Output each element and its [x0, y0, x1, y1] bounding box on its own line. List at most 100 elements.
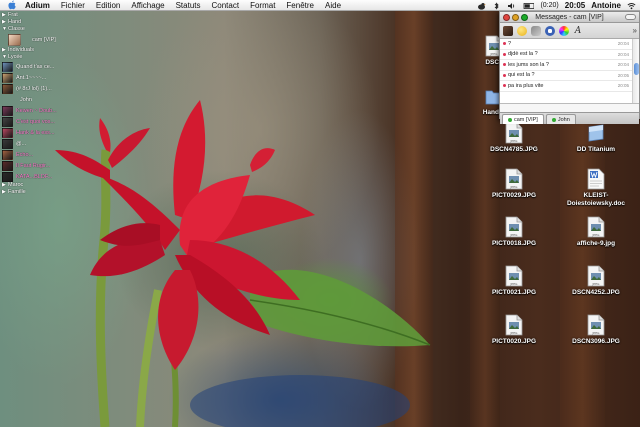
- group-label: Famille: [8, 189, 26, 195]
- svg-text:JPEG: JPEG: [510, 233, 519, 237]
- sender-marker-icon: [503, 52, 506, 56]
- contact-row[interactable]: (# 8rJ lol} (1)...: [2, 83, 72, 94]
- contact-row[interactable]: Hank & la ess...: [2, 127, 72, 138]
- contact-row[interactable]: Kewen ~ Doub...: [2, 105, 72, 116]
- contact-name: Hank & la ess...: [16, 129, 55, 136]
- menu-format[interactable]: Format: [250, 0, 275, 11]
- transcript-scrollbar[interactable]: [632, 39, 639, 103]
- close-button[interactable]: [503, 14, 510, 21]
- smiley-icon[interactable]: [517, 25, 527, 36]
- message-input-field[interactable]: [500, 103, 639, 112]
- apple-icon[interactable]: [7, 0, 17, 10]
- chat-tab-label: John: [557, 116, 570, 123]
- adium-duck-icon[interactable]: [477, 2, 487, 10]
- contact-row[interactable]: Ant.1~~~~...: [2, 72, 72, 83]
- menu-statuts[interactable]: Statuts: [176, 0, 201, 11]
- menu-affichage[interactable]: Affichage: [131, 0, 164, 11]
- contact-row[interactable]: John: [2, 94, 72, 105]
- menu-fichier[interactable]: Fichier: [61, 0, 85, 11]
- minimize-button[interactable]: [512, 14, 519, 21]
- svg-text:JPEG: JPEG: [510, 185, 519, 189]
- desktop-icon[interactable]: DD Titanium: [558, 122, 634, 154]
- chat-tab[interactable]: John: [545, 114, 576, 124]
- window-titlebar[interactable]: Messages - cam [VIP]: [500, 12, 639, 23]
- contact-avatar-icon[interactable]: [503, 25, 513, 36]
- font-icon[interactable]: A: [573, 26, 583, 36]
- group-lycee[interactable]: ▼Lycée: [2, 54, 72, 61]
- svg-text:JPEG: JPEG: [592, 282, 601, 286]
- menu-aide[interactable]: Aide: [325, 0, 341, 11]
- group-hand[interactable]: ▶ Hand: [2, 19, 72, 26]
- menu-fenetre[interactable]: Fenêtre: [286, 0, 314, 11]
- desktop-icon-label: DSCN4785.JPG: [490, 146, 538, 153]
- desktop-icon[interactable]: JPEG PICT0018.JPG: [476, 216, 552, 248]
- menu-contact[interactable]: Contact: [212, 0, 240, 11]
- jpeg-file-icon: JPEG: [505, 265, 523, 287]
- menu-clock[interactable]: 20:05: [565, 1, 585, 10]
- menu-user-name[interactable]: Antoine: [591, 1, 621, 10]
- desktop-icon-label: DSCN4252.JPG: [572, 289, 620, 296]
- desktop-icon[interactable]: JPEG DSCN4252.JPG: [558, 265, 634, 297]
- message-text: les jums son la ?: [508, 61, 549, 68]
- message-text: qui est la ?: [508, 72, 535, 79]
- contact-row[interactable]: @...: [2, 138, 72, 149]
- bluetooth-icon[interactable]: [492, 1, 501, 10]
- group-frat[interactable]: ▶ Frat: [2, 12, 72, 19]
- contact-name: cam [VIP]: [32, 37, 56, 43]
- battery-icon[interactable]: [522, 2, 535, 10]
- desktop-icon[interactable]: JPEG PICT0021.JPG: [476, 265, 552, 297]
- message-text: ?: [508, 40, 512, 47]
- contact-row[interactable]: Il Faut Rugir...: [2, 160, 72, 171]
- contact-name: (# 8rJ lol} (1)...: [16, 85, 52, 92]
- group-maroc[interactable]: ▶ Maroc: [2, 182, 72, 189]
- svg-text:JPEG: JPEG: [490, 52, 499, 56]
- desktop-icon-label: PICT0020.JPG: [491, 338, 537, 345]
- window-title: Messages - cam [VIP]: [535, 14, 604, 21]
- desktop-icon[interactable]: JPEG DSCN4785.JPG: [476, 122, 552, 154]
- menu-adium[interactable]: Adium: [25, 0, 50, 11]
- toolbar-overflow-icon[interactable]: »: [633, 26, 637, 35]
- group-individuals[interactable]: ▶ Individuals: [2, 47, 72, 54]
- message-text: djdè est la ?: [508, 51, 538, 58]
- block-icon[interactable]: [545, 25, 555, 36]
- desktop-icon[interactable]: JPEG PICT0029.JPG: [476, 168, 552, 200]
- desktop-icon[interactable]: KLEIST- Doiestoiewsky.doc: [558, 168, 634, 208]
- avatar: [2, 171, 13, 182]
- menu-edition[interactable]: Edition: [96, 0, 120, 11]
- message-line: pa ira plus vite 20:05: [500, 81, 639, 92]
- desktop-icon-label: KLEIST- Doiestoiewsky.doc: [566, 192, 626, 207]
- group-famille[interactable]: ▶ Famille: [2, 189, 72, 196]
- contact-row[interactable]: C'est quoi vos...: [2, 116, 72, 127]
- wifi-icon[interactable]: [627, 2, 636, 10]
- desktop-icon[interactable]: JPEG PICT0020.JPG: [476, 314, 552, 346]
- contact-row[interactable]: Quand t'as ce...: [2, 61, 72, 72]
- desktop-icon-label: PICT0029.JPG: [491, 192, 537, 199]
- color-icon[interactable]: [559, 25, 569, 36]
- contact-row[interactable]: Echo...: [2, 149, 72, 160]
- toolbar-toggle-button[interactable]: [625, 14, 636, 20]
- desktop-icon[interactable]: JPEG DSCN3096.JPG: [558, 314, 634, 346]
- messages-window[interactable]: Messages - cam [VIP] A » ? 20:04 djdè est …: [499, 11, 640, 124]
- contact-row[interactable]: KATA...BLDF...: [2, 171, 72, 182]
- sender-marker-icon: [503, 73, 506, 77]
- jpeg-file-icon: JPEG: [587, 216, 605, 238]
- svg-text:JPEG: JPEG: [510, 139, 519, 143]
- online-status-icon: [551, 117, 556, 122]
- avatar: [2, 116, 13, 127]
- link-icon[interactable]: [531, 25, 541, 36]
- lycee-contact-list: Quand t'as ce... Ant.1~~~~... (# 8rJ lol} …: [2, 61, 72, 182]
- volume-icon[interactable]: [507, 2, 516, 10]
- svg-text:JPEG: JPEG: [592, 331, 601, 335]
- chat-tab[interactable]: cam [VIP]: [502, 114, 544, 124]
- message-transcript: ? 20:04 djdè est la ? 20:04 les jums son la …: [500, 39, 639, 103]
- hard-drive-icon: [587, 122, 605, 144]
- scrollbar-thumb[interactable]: [634, 63, 639, 75]
- contact-cam-vip[interactable]: cam [VIP]: [8, 33, 72, 47]
- desktop-icon[interactable]: JPEG affiche-9.jpg: [558, 216, 634, 248]
- group-classe[interactable]: ▼Classe: [2, 26, 72, 33]
- sender-marker-icon: [503, 84, 506, 88]
- desktop-icon-label: PICT0018.JPG: [491, 240, 537, 247]
- group-label: Individuals: [8, 47, 34, 53]
- group-label: Maroc: [8, 182, 24, 188]
- zoom-button[interactable]: [521, 14, 528, 21]
